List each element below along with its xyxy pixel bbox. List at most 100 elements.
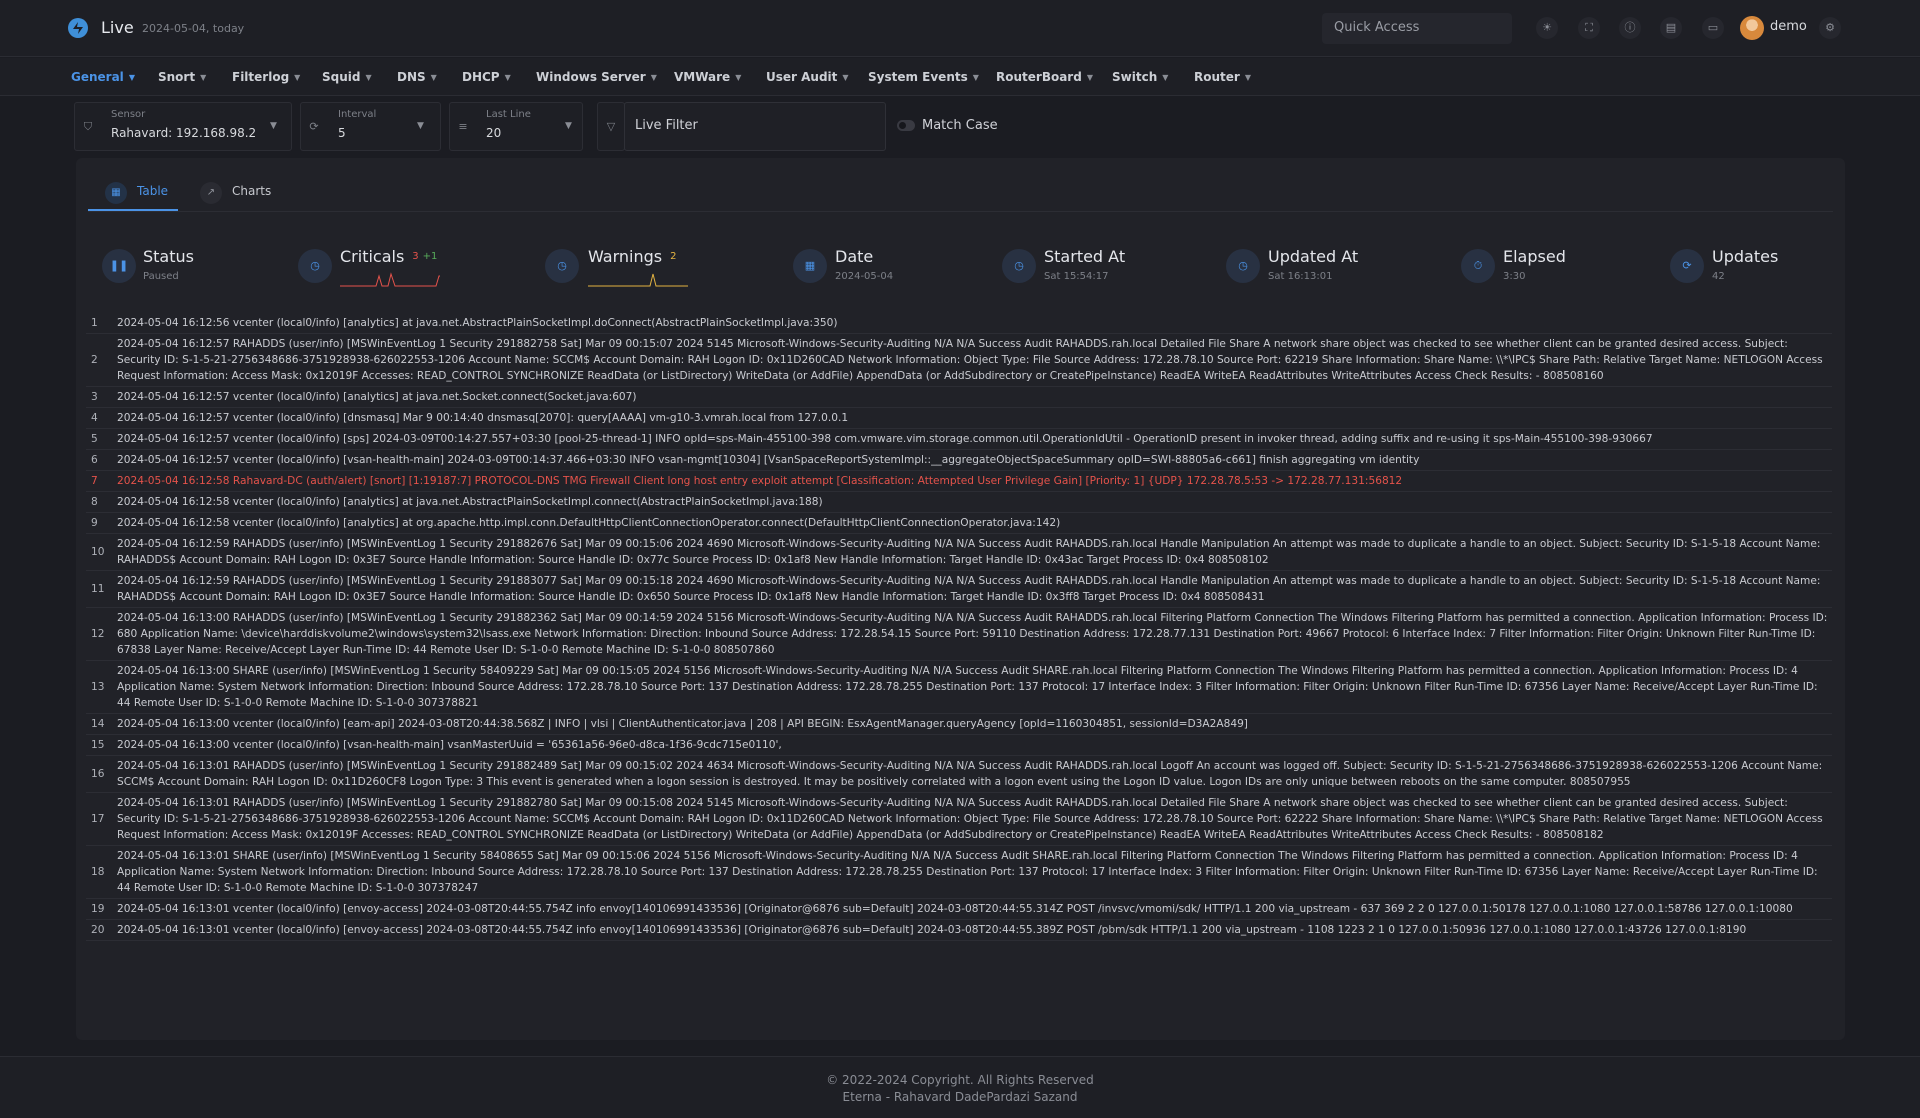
chevron-down-icon: ▼ bbox=[842, 73, 849, 82]
log-line-text: 2024-05-04 16:12:57 vcenter (local0/info… bbox=[117, 454, 1420, 466]
row-number: 18 bbox=[91, 866, 105, 878]
table-row[interactable]: 17 2024-05-04 16:13:01 RAHADDS (user/info… bbox=[86, 793, 1832, 846]
nav-item-dns[interactable]: DNS ▼ bbox=[397, 70, 437, 84]
table-row[interactable]: 14 2024-05-04 16:13:00 vcenter (local0/in… bbox=[86, 714, 1832, 735]
nav-item-dhcp[interactable]: DHCP ▼ bbox=[462, 70, 511, 84]
chevron-down-icon[interactable]: ▼ bbox=[417, 121, 424, 131]
log-line-text: 2024-05-04 16:13:01 RAHADDS (user/info) … bbox=[117, 760, 1823, 788]
chevron-down-icon: ▼ bbox=[1162, 73, 1169, 82]
nav-item-routerboard[interactable]: RouterBoard ▼ bbox=[996, 70, 1093, 84]
inbox-icon[interactable]: ▭ bbox=[1702, 17, 1724, 39]
info-icon[interactable]: ⓘ bbox=[1619, 17, 1641, 39]
table-row[interactable]: 11 2024-05-04 16:12:59 RAHADDS (user/info… bbox=[86, 571, 1832, 608]
chevron-down-icon: ▼ bbox=[650, 73, 657, 82]
table-row[interactable]: 8 2024-05-04 16:12:58 vcenter (local0/inf… bbox=[86, 492, 1832, 513]
chevron-down-icon[interactable]: ▼ bbox=[565, 121, 572, 131]
chevron-down-icon: ▼ bbox=[200, 73, 207, 82]
chevron-down-icon: ▼ bbox=[294, 73, 301, 82]
nav-item-vmware[interactable]: VMWare ▼ bbox=[674, 70, 741, 84]
log-line-text: 2024-05-04 16:12:57 vcenter (local0/info… bbox=[117, 412, 849, 424]
log-line-text: 2024-05-04 16:12:58 vcenter (local0/info… bbox=[117, 496, 823, 508]
row-number: 14 bbox=[91, 718, 105, 730]
sort-lines-icon: ≡ bbox=[458, 120, 468, 133]
nav-item-router[interactable]: Router ▼ bbox=[1194, 70, 1251, 84]
table-icon: ▦ bbox=[105, 182, 127, 204]
app-logo-icon[interactable] bbox=[67, 17, 89, 39]
app-subtitle-date: 2024-05-04, today bbox=[142, 22, 245, 35]
username[interactable]: demo bbox=[1770, 19, 1807, 34]
log-line-text: 2024-05-04 16:12:59 RAHADDS (user/info) … bbox=[117, 538, 1821, 566]
nav-item-general[interactable]: General ▼ bbox=[71, 70, 135, 84]
nav-item-windows-server[interactable]: Windows Server ▼ bbox=[536, 70, 657, 84]
sensor-label: Sensor bbox=[111, 109, 146, 120]
table-row[interactable]: 9 2024-05-04 16:12:58 vcenter (local0/inf… bbox=[86, 513, 1832, 534]
table-row[interactable]: 7 2024-05-04 16:12:58 Rahavard-DC (auth/a… bbox=[86, 471, 1832, 492]
theme-sun-icon[interactable]: ☀ bbox=[1536, 17, 1558, 39]
updated-at-value: Sat 16:13:01 bbox=[1268, 271, 1333, 282]
status-title: Status bbox=[143, 247, 194, 266]
table-row[interactable]: 5 2024-05-04 16:12:57 vcenter (local0/inf… bbox=[86, 429, 1832, 450]
tab-table[interactable]: ▦ Table bbox=[88, 177, 178, 211]
nav-item-squid[interactable]: Squid ▼ bbox=[322, 70, 372, 84]
table-row[interactable]: 4 2024-05-04 16:12:57 vcenter (local0/inf… bbox=[86, 408, 1832, 429]
table-row[interactable]: 12 2024-05-04 16:13:00 RAHADDS (user/info… bbox=[86, 608, 1832, 661]
elapsed-title: Elapsed bbox=[1503, 247, 1566, 266]
tab-charts[interactable]: ↗ Charts bbox=[189, 177, 289, 211]
interval-label: Interval bbox=[338, 109, 377, 120]
row-number: 1 bbox=[91, 317, 98, 329]
nav-item-user-audit[interactable]: User Audit ▼ bbox=[766, 70, 849, 84]
footer: © 2022-2024 Copyright. All Rights Reserv… bbox=[0, 1056, 1920, 1118]
table-row[interactable]: 10 2024-05-04 16:12:59 RAHADDS (user/info… bbox=[86, 534, 1832, 571]
date-title: Date bbox=[835, 247, 874, 266]
top-bar: Live 2024-05-04, today Quick Access ☀ ⛶ … bbox=[0, 0, 1920, 57]
tabs-divider bbox=[88, 211, 1833, 212]
table-row[interactable]: 2 2024-05-04 16:12:57 RAHADDS (user/info)… bbox=[86, 334, 1832, 387]
row-number: 12 bbox=[91, 628, 105, 640]
table-row[interactable]: 13 2024-05-04 16:13:00 SHARE (user/info) … bbox=[86, 661, 1832, 714]
refresh-icon: ⟳ bbox=[309, 120, 319, 133]
table-row[interactable]: 20 2024-05-04 16:13:01 vcenter (local0/in… bbox=[86, 920, 1832, 941]
chart-icon: ↗ bbox=[200, 182, 222, 204]
updates-refresh-icon: ⟳ bbox=[1670, 249, 1704, 283]
fullscreen-icon[interactable]: ⛶ bbox=[1578, 17, 1600, 39]
table-row[interactable]: 3 2024-05-04 16:12:57 vcenter (local0/inf… bbox=[86, 387, 1832, 408]
table-row[interactable]: 16 2024-05-04 16:13:01 RAHADDS (user/info… bbox=[86, 756, 1832, 793]
match-case-toggle[interactable] bbox=[897, 120, 915, 131]
log-line-text: 2024-05-04 16:12:56 vcenter (local0/info… bbox=[117, 317, 838, 329]
nav-item-system-events[interactable]: System Events ▼ bbox=[868, 70, 979, 84]
log-line-text: 2024-05-04 16:12:59 RAHADDS (user/info) … bbox=[117, 575, 1821, 603]
shield-icon: ⛉ bbox=[83, 120, 93, 133]
last-line-label: Last Line bbox=[486, 109, 531, 120]
table-row[interactable]: 1 2024-05-04 16:12:56 vcenter (local0/inf… bbox=[86, 313, 1832, 334]
row-number: 20 bbox=[91, 924, 105, 936]
last-line-value[interactable]: 20 bbox=[486, 126, 501, 140]
match-case-label[interactable]: Match Case bbox=[922, 118, 998, 133]
table-row[interactable]: 6 2024-05-04 16:12:57 vcenter (local0/inf… bbox=[86, 450, 1832, 471]
interval-value[interactable]: 5 bbox=[338, 126, 346, 140]
document-icon[interactable]: ▤ bbox=[1660, 17, 1682, 39]
gear-icon[interactable]: ⚙ bbox=[1819, 17, 1841, 39]
quick-access-input[interactable]: Quick Access bbox=[1322, 13, 1512, 44]
log-line-text: 2024-05-04 16:12:57 vcenter (local0/info… bbox=[117, 391, 637, 403]
main-nav: General ▼ Snort ▼ Filterlog ▼ Squid ▼ DNS ▼ D… bbox=[0, 58, 1920, 96]
updated-at-title: Updated At bbox=[1268, 247, 1359, 266]
sensor-value[interactable]: Rahavard: 192.168.98.2 bbox=[111, 126, 256, 140]
criticals-clock-icon: ◷ bbox=[298, 249, 332, 283]
avatar[interactable] bbox=[1740, 16, 1764, 40]
row-number: 8 bbox=[91, 496, 98, 508]
calendar-icon: ▦ bbox=[793, 249, 827, 283]
footer-company: Eterna - Rahavard DadePardazi Sazand bbox=[842, 1090, 1078, 1104]
table-row[interactable]: 19 2024-05-04 16:13:01 vcenter (local0/in… bbox=[86, 899, 1832, 920]
table-row[interactable]: 18 2024-05-04 16:13:01 SHARE (user/info) … bbox=[86, 846, 1832, 899]
log-line-text: 2024-05-04 16:13:01 vcenter (local0/info… bbox=[117, 924, 1747, 936]
chevron-down-icon[interactable]: ▼ bbox=[270, 121, 277, 131]
row-number: 3 bbox=[91, 391, 98, 403]
pause-icon[interactable]: ❚❚ bbox=[102, 249, 136, 283]
nav-item-switch[interactable]: Switch ▼ bbox=[1112, 70, 1168, 84]
app-title: Live bbox=[101, 18, 134, 37]
nav-item-snort[interactable]: Snort ▼ bbox=[158, 70, 206, 84]
row-number: 2 bbox=[91, 354, 98, 366]
live-filter-input[interactable]: Live Filter bbox=[624, 102, 886, 151]
table-row[interactable]: 15 2024-05-04 16:13:00 vcenter (local0/in… bbox=[86, 735, 1832, 756]
nav-item-filterlog[interactable]: Filterlog ▼ bbox=[232, 70, 300, 84]
